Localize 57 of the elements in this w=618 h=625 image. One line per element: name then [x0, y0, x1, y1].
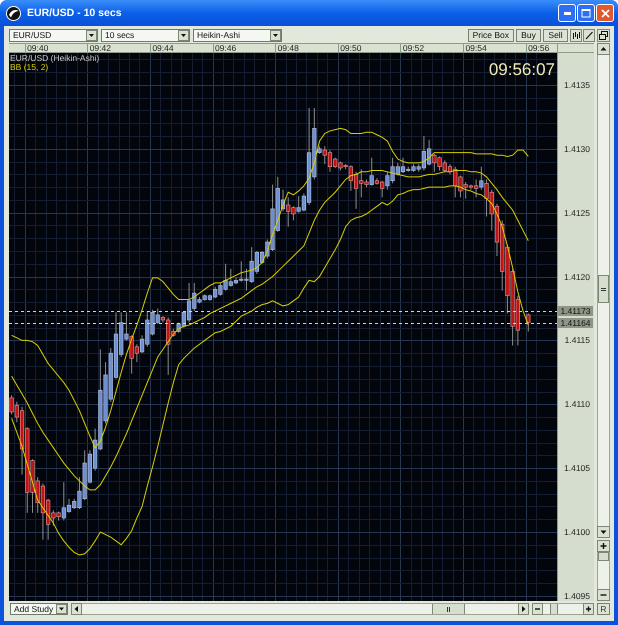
reset-button[interactable]: R [597, 603, 610, 615]
minimize-button[interactable] [558, 4, 576, 22]
plus-icon[interactable] [597, 540, 610, 552]
maximize-icon [581, 8, 591, 18]
scrollbar-thumb[interactable] [598, 552, 609, 561]
dropdown[interactable]: Add Study [10, 603, 68, 615]
minus-icon[interactable] [597, 589, 610, 601]
time-label: 09:50 [340, 44, 362, 52]
time-label: 09:42 [90, 44, 111, 52]
price-label: 1.4105 [564, 463, 590, 474]
price-label: 1.4100 [564, 527, 590, 538]
price-tag: 1.41173 [558, 306, 593, 316]
price-label: 1.4115 [564, 335, 590, 346]
close-button[interactable] [596, 4, 614, 22]
grip-icon [601, 288, 606, 290]
time-label: 09:44 [152, 44, 174, 52]
dropdown[interactable]: 10 secs [101, 29, 190, 42]
scrollbar-thumb[interactable] [432, 604, 465, 614]
scrollbar-thumb[interactable] [550, 604, 558, 614]
price-label: 1.4095 [564, 590, 590, 601]
scrollbar-thumb[interactable] [598, 275, 609, 303]
chart-title: EUR/USD (Heikin-Ashi) [10, 54, 100, 63]
toolbar-button[interactable]: Buy [516, 29, 541, 42]
caret-icon [178, 30, 189, 41]
plus-icon[interactable] [583, 603, 594, 615]
dropdown[interactable]: Heikin-Ashi [193, 29, 282, 42]
toolbar-button[interactable]: Sell [543, 29, 568, 42]
price-tag: 1.41164 [558, 318, 593, 328]
logo-icon [6, 6, 21, 20]
minus-icon[interactable] [532, 603, 543, 615]
minimize-icon [564, 12, 570, 14]
price-label: 1.4110 [564, 399, 590, 410]
bar-chart-icon[interactable] [570, 29, 582, 42]
window-title: EUR/USD - 10 secs [27, 8, 122, 18]
time-label: 09:52 [402, 44, 424, 52]
dropdown[interactable]: EUR/USD [9, 29, 98, 42]
grip-icon [447, 606, 450, 612]
price-label: 1.4130 [564, 144, 590, 154]
time-label: 09:56 [528, 44, 550, 52]
line-icon[interactable] [583, 29, 595, 42]
time-label: 09:48 [278, 44, 299, 52]
time-label: 09:46 [214, 44, 236, 52]
maximize-button[interactable] [577, 4, 595, 22]
price-label: 1.4125 [564, 208, 590, 218]
time-label: 09:40 [27, 44, 48, 52]
restore-icon[interactable] [597, 29, 610, 42]
toolbar-button[interactable]: Price Box [468, 29, 514, 42]
caret-icon [270, 30, 281, 41]
study-label: BB (15, 2) [10, 63, 48, 72]
candle [526, 313, 530, 332]
clock-time: 09:56:07 [488, 61, 555, 78]
price-label: 1.4120 [564, 272, 590, 282]
time-label: 09:54 [465, 44, 487, 52]
caret-icon [56, 604, 67, 614]
price-label: 1.4135 [564, 80, 590, 90]
close-icon [600, 8, 610, 18]
caret-icon [86, 30, 97, 41]
